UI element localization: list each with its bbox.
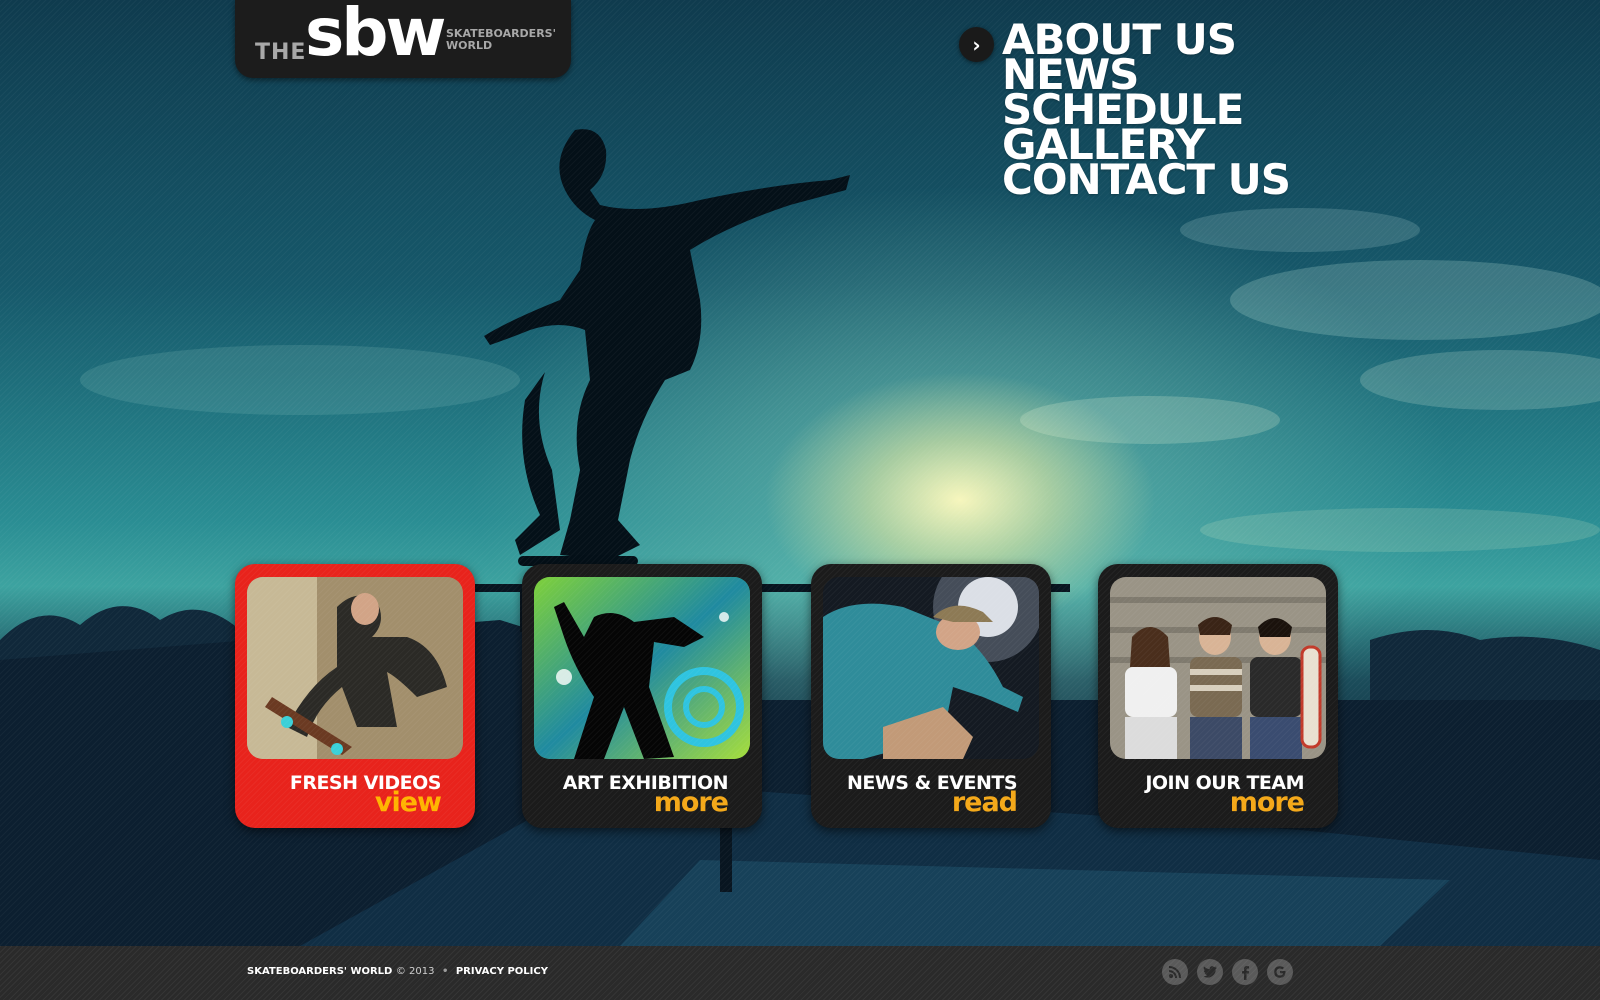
nav-item-contact-us[interactable]: CONTACT US — [1002, 159, 1291, 201]
logo-tagline-line2: WORLD — [446, 39, 493, 52]
logo-sbw: sbw — [305, 0, 447, 71]
card-image-skater-crouch[interactable] — [823, 577, 1039, 759]
card-link-more[interactable]: more — [1230, 787, 1305, 818]
main-nav: ABOUT US NEWS SCHEDULE GALLERY CONTACT U… — [1002, 19, 1291, 201]
footer-brand: SKATEBOARDERS' WORLD — [247, 966, 393, 977]
chevron-right-icon: › — [959, 27, 994, 62]
logo-tagline: SKATEBOARDERS' WORLD — [446, 28, 566, 52]
facebook-icon[interactable] — [1232, 959, 1258, 985]
card-fresh-videos[interactable]: FRESH VIDEOS view — [235, 564, 475, 828]
card-image-art-graphic[interactable] — [534, 577, 750, 759]
card-image-team-group[interactable] — [1110, 577, 1326, 759]
twitter-icon[interactable] — [1197, 959, 1223, 985]
footer-separator: • — [441, 966, 449, 977]
card-art-exhibition[interactable]: ART EXHIBITION more — [522, 564, 762, 828]
card-join-our-team[interactable]: JOIN OUR TEAM more — [1098, 564, 1338, 828]
footer-year: © 2013 — [395, 966, 435, 977]
logo-the: THE — [255, 40, 307, 65]
social-links — [1162, 959, 1293, 985]
card-news-events[interactable]: NEWS & EVENTS read — [811, 564, 1051, 828]
google-icon[interactable] — [1267, 959, 1293, 985]
card-link-view[interactable]: view — [375, 787, 442, 818]
card-image-skater-trick[interactable] — [247, 577, 463, 759]
footer-copyright: SKATEBOARDERS' WORLD © 2013 • PRIVACY PO… — [247, 966, 548, 977]
card-link-more[interactable]: more — [654, 787, 729, 818]
card-link-read[interactable]: read — [952, 787, 1018, 818]
rss-icon[interactable] — [1162, 959, 1188, 985]
footer: SKATEBOARDERS' WORLD © 2013 • PRIVACY PO… — [0, 946, 1600, 1000]
privacy-policy-link[interactable]: PRIVACY POLICY — [456, 966, 548, 977]
site-logo[interactable]: THE sbw SKATEBOARDERS' WORLD — [235, 0, 571, 78]
